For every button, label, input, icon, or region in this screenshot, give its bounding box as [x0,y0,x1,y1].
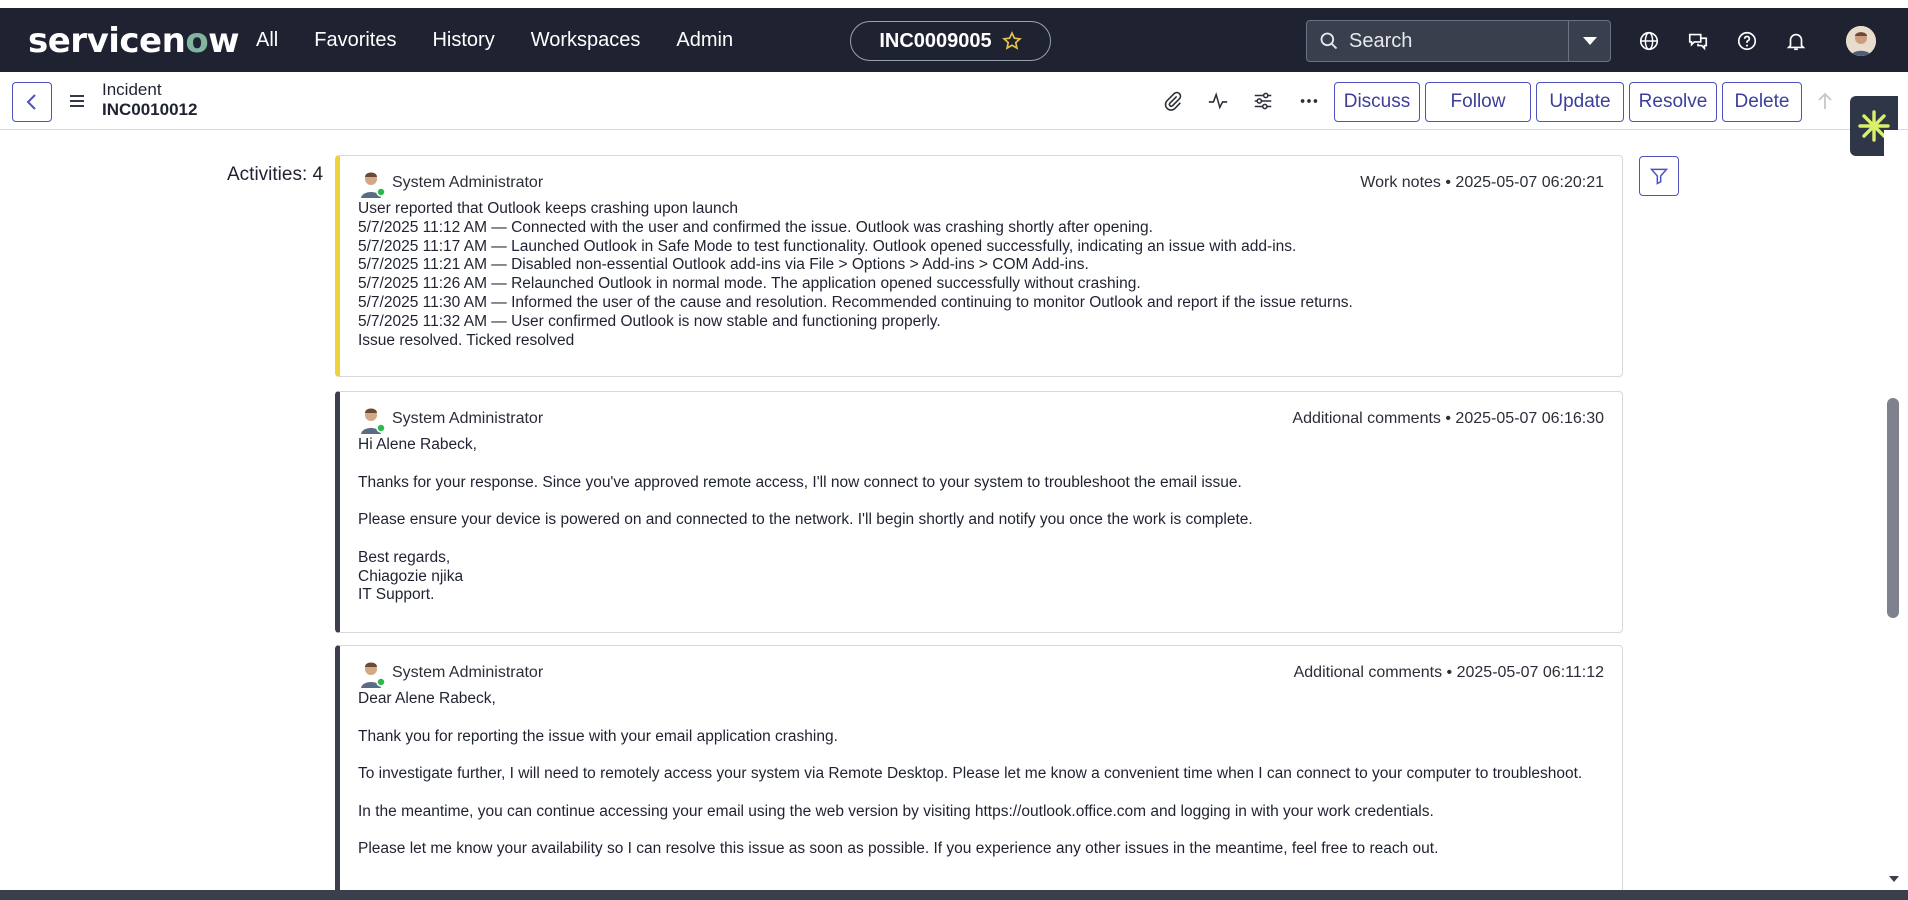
current-record-label: INC0009005 [879,29,992,52]
entry-timestamp: 2025-05-07 06:20:21 [1455,174,1604,191]
record-type: Incident [102,80,162,99]
entry-body: User reported that Outlook keeps crashin… [340,200,1622,362]
taskbar-strip [0,890,1908,900]
nav-history[interactable]: History [432,29,494,52]
entry-type: Work notes [1360,174,1441,191]
nav-favorites[interactable]: Favorites [314,29,396,52]
author-avatar [361,408,386,434]
entry-type: Additional comments [1293,664,1443,681]
user-avatar[interactable] [1846,26,1876,56]
search-icon [1320,32,1338,50]
top-strip [0,0,1908,8]
back-arrow-icon [26,94,36,110]
up-arrow-icon[interactable] [1812,88,1838,114]
author-name: System Administrator [392,174,544,191]
entry-meta: Additional comments • 2025-05-07 06:11:1… [1293,664,1604,681]
nav-all[interactable]: All [256,29,278,52]
worknote-line: 5/7/2025 11:21 AM — Disabled non-essenti… [358,256,1089,274]
back-button[interactable] [12,82,52,122]
entry-meta: Additional comments • 2025-05-07 06:16:3… [1292,410,1604,427]
activities-section: Activities: 4 System Administrator Work … [0,130,1878,890]
worknote-line: 5/7/2025 11:12 AM — Connected with the u… [358,218,1153,236]
scroll-down-icon[interactable] [1887,872,1901,886]
comment-greeting: Hi Alene Rabeck, [358,436,477,453]
worknote-line: User reported that Outlook keeps crashin… [358,200,738,217]
record-header: Incident INC0010012 Discuss Follow Updat… [0,72,1908,130]
entry-timestamp: 2025-05-07 06:16:30 [1455,410,1604,427]
nav-utility-icons [1636,28,1832,54]
resolve-button[interactable]: Resolve [1629,82,1717,122]
activity-entry-comment: System Administrator Additional comments… [335,391,1623,633]
paperclip-icon[interactable] [1160,88,1186,114]
global-navbar: servicenow All Favorites History Workspa… [0,8,1908,72]
worknote-line: 5/7/2025 11:30 AM — Informed the user of… [358,293,1353,311]
worknote-line: Issue resolved. Ticked resolved [358,331,575,349]
comment-paragraph: Please ensure your device is powered on … [358,511,1253,529]
current-record-pill[interactable]: INC0009005 [850,21,1051,61]
sliders-icon[interactable] [1250,88,1276,114]
activity-entry-worknote: System Administrator Work notes • 2025-0… [335,155,1623,377]
activity-icon[interactable] [1205,88,1231,114]
more-icon[interactable] [1296,88,1322,114]
comment-paragraph: To investigate further, I will need to r… [358,765,1583,783]
entry-type: Additional comments [1292,410,1441,427]
comment-paragraph: In the meantime, you can continue access… [358,802,1434,820]
entry-body: Dear Alene Rabeck, Thank you for reporti… [340,690,1622,890]
record-number: INC0010012 [102,100,198,119]
discuss-button[interactable]: Discuss [1334,82,1420,122]
update-button[interactable]: Update [1536,82,1624,122]
comment-signoff: IT Support. [358,586,435,604]
nav-admin[interactable]: Admin [676,29,733,52]
entry-body: Hi Alene Rabeck, Thanks for your respons… [340,436,1622,617]
activities-count: Activities: 4 [227,164,324,185]
worknote-line: 5/7/2025 11:17 AM — Launched Outlook in … [358,237,1297,255]
worknote-line: 5/7/2025 11:32 AM — User confirmed Outlo… [358,312,941,330]
author-name: System Administrator [392,410,544,427]
globe-icon[interactable] [1636,28,1662,54]
delete-button[interactable]: Delete [1722,82,1802,122]
entry-meta: Work notes • 2025-05-07 06:20:21 [1360,174,1604,191]
bell-icon[interactable] [1783,28,1809,54]
hamburger-icon[interactable] [66,90,88,112]
author-avatar [361,662,386,688]
activity-filter-button[interactable] [1639,156,1679,196]
servicenow-logo[interactable]: servicenow [28,21,240,61]
help-icon[interactable] [1734,28,1760,54]
search-scope-dropdown[interactable] [1568,21,1610,61]
author-name: System Administrator [392,664,544,681]
nav-menu: All Favorites History Workspaces Admin [256,29,769,52]
comment-paragraph: Thank you for reporting the issue with y… [358,727,838,745]
comment-signoff: Chiagozie njika [358,567,464,585]
global-search[interactable]: Search [1306,20,1611,62]
worknote-line: 5/7/2025 11:26 AM — Relaunched Outlook i… [358,275,1141,293]
scrollbar-thumb[interactable] [1887,398,1899,618]
comment-paragraph: Thanks for your response. Since you've a… [358,473,1242,491]
chat-icon[interactable] [1685,28,1711,54]
search-input[interactable]: Search [1307,21,1568,61]
star-icon[interactable] [1001,31,1022,51]
comment-paragraph: Please let me know your availability so … [358,840,1439,858]
nav-workspaces[interactable]: Workspaces [531,29,641,52]
entry-timestamp: 2025-05-07 06:11:12 [1456,664,1604,681]
filter-icon [1649,168,1669,185]
activity-entry-comment: System Administrator Additional comments… [335,645,1623,890]
comment-greeting: Dear Alene Rabeck, [358,690,496,707]
author-avatar [361,172,386,198]
comment-signoff: Best regards, [358,548,451,566]
follow-button[interactable]: Follow [1425,82,1531,122]
chevron-down-icon [1582,37,1597,45]
search-placeholder: Search [1349,29,1413,52]
